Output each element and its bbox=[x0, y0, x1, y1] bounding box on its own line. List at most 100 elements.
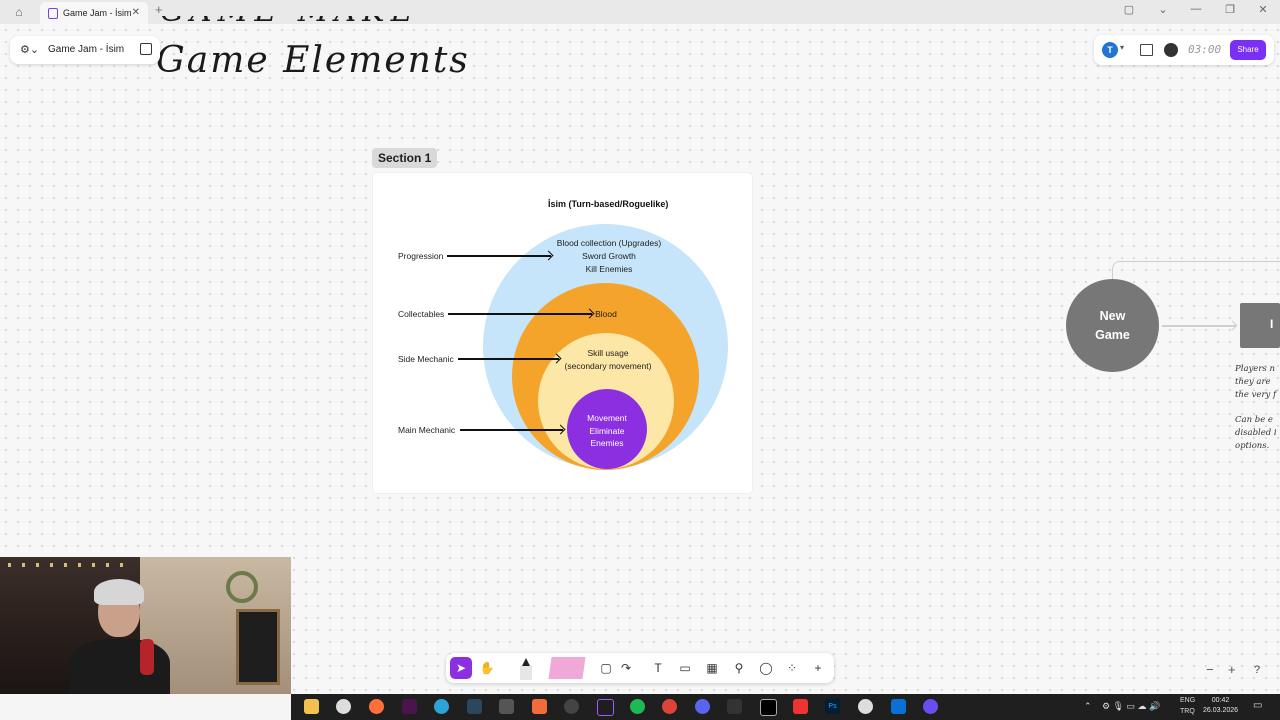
new-game-node[interactable]: New Game bbox=[1066, 279, 1159, 372]
layout-icon[interactable] bbox=[1140, 44, 1153, 56]
pen-tool[interactable] bbox=[522, 658, 530, 666]
lang-bottom[interactable]: TRQ bbox=[1180, 708, 1195, 715]
figma-menu-icon[interactable]: ⚙⌄ bbox=[20, 43, 39, 56]
arrow-side-mechanic[interactable] bbox=[458, 358, 559, 360]
arrow-progression[interactable] bbox=[447, 255, 551, 257]
close-tab-icon[interactable]: ✕ bbox=[132, 2, 140, 24]
top-right-toolbar: T ▾ 03:00 Share bbox=[1094, 35, 1274, 65]
unity-icon[interactable] bbox=[499, 699, 514, 714]
new-tab-button[interactable]: + bbox=[155, 2, 163, 17]
pen-tool-body[interactable] bbox=[520, 666, 532, 680]
help-button[interactable]: ? bbox=[1254, 664, 1260, 676]
connector-line[interactable] bbox=[1112, 261, 1280, 280]
tray-arrow-icon[interactable]: ⌃ bbox=[1084, 701, 1092, 712]
tab-search-icon[interactable]: ▢ bbox=[1119, 3, 1139, 16]
photoshop-icon[interactable]: Ps bbox=[825, 699, 840, 714]
app-icon-7[interactable] bbox=[891, 699, 906, 714]
sticky-note-tool[interactable] bbox=[548, 657, 586, 679]
user-avatar[interactable]: T bbox=[1102, 42, 1118, 58]
table-tool[interactable]: ▦ bbox=[701, 657, 723, 679]
arrow-collectables[interactable] bbox=[448, 313, 592, 315]
new-game-label-1: New bbox=[1099, 309, 1126, 323]
browser-tab[interactable]: Game Jam - İsim ✕ bbox=[40, 2, 148, 24]
app-icon[interactable] bbox=[434, 699, 449, 714]
section-label[interactable]: Section 1 bbox=[372, 148, 438, 168]
zoom-out-button[interactable]: − bbox=[1206, 662, 1214, 677]
timer-display[interactable]: 03:00 bbox=[1188, 43, 1221, 56]
more-tool[interactable]: + bbox=[807, 657, 829, 679]
note-line-7[interactable]: options. bbox=[1235, 441, 1269, 451]
note-line-2[interactable]: they are bbox=[1235, 377, 1271, 387]
webcam-string-lights bbox=[8, 563, 128, 567]
steam-icon[interactable] bbox=[467, 699, 482, 714]
zoom-in-button[interactable]: + bbox=[1228, 662, 1236, 677]
chevron-down-icon[interactable]: ▾ bbox=[1120, 43, 1124, 52]
progression-text-2: Sword Growth bbox=[582, 251, 636, 261]
timer-icon[interactable] bbox=[1164, 43, 1178, 57]
maximize-button[interactable]: ❐ bbox=[1220, 3, 1240, 16]
label-side-mechanic[interactable]: Side Mechanic bbox=[398, 354, 454, 364]
webcam-wreath bbox=[226, 571, 258, 603]
slack-icon[interactable] bbox=[402, 699, 417, 714]
flow-box-node[interactable]: I bbox=[1240, 303, 1280, 348]
comment-tool[interactable]: ◯ bbox=[755, 657, 777, 679]
file-menu-pill[interactable]: ⚙⌄ Game Jam - İsim bbox=[10, 36, 160, 64]
figjam-favicon-icon bbox=[48, 8, 58, 19]
flow-box-label: I bbox=[1270, 317, 1274, 331]
label-main-mechanic[interactable]: Main Mechanic bbox=[398, 425, 455, 435]
connector-tool[interactable]: ↷ bbox=[615, 657, 637, 679]
widgets-tool[interactable]: ⁘ bbox=[781, 657, 803, 679]
minimize-button[interactable]: — bbox=[1186, 3, 1206, 15]
webcam-overlay bbox=[0, 557, 291, 694]
hand-tool[interactable]: ✋ bbox=[476, 657, 498, 679]
chevron-down-icon[interactable]: ⌄ bbox=[1153, 3, 1173, 16]
system-clock[interactable]: 00:42 26.03.2026 bbox=[1203, 696, 1238, 716]
connector-arrow[interactable] bbox=[1162, 325, 1236, 327]
label-collectables[interactable]: Collectables bbox=[398, 309, 444, 319]
spotify-icon[interactable] bbox=[630, 699, 645, 714]
text-tool[interactable]: T bbox=[647, 657, 669, 679]
lang-top[interactable]: ENG bbox=[1180, 697, 1195, 704]
app-icon-6[interactable] bbox=[858, 699, 873, 714]
select-tool[interactable]: ➤ bbox=[450, 657, 472, 679]
app-icon-3[interactable] bbox=[564, 699, 579, 714]
app-icon-5[interactable] bbox=[793, 699, 808, 714]
new-game-label-2: Game bbox=[1095, 328, 1130, 342]
share-button[interactable]: Share bbox=[1230, 40, 1266, 60]
note-line-1[interactable]: Players n bbox=[1235, 364, 1275, 374]
shape-tool[interactable]: ▢ bbox=[595, 657, 617, 679]
home-icon[interactable]: ⌂ bbox=[12, 5, 26, 19]
arrow-main-mechanic[interactable] bbox=[460, 429, 563, 431]
stamp-tool[interactable]: ⚲ bbox=[728, 657, 750, 679]
note-line-3[interactable]: the very f bbox=[1235, 390, 1276, 400]
discord-icon[interactable] bbox=[695, 699, 710, 714]
canvas-heading[interactable]: Game Elements bbox=[156, 40, 470, 81]
file-name[interactable]: Game Jam - İsim bbox=[48, 44, 124, 55]
app-icon-4[interactable] bbox=[760, 699, 777, 716]
app-icon-8[interactable] bbox=[923, 699, 938, 714]
label-progression[interactable]: Progression bbox=[398, 251, 443, 261]
terminal-icon[interactable] bbox=[727, 699, 742, 714]
zoom-controls: − + bbox=[1200, 662, 1248, 682]
microphone bbox=[140, 639, 154, 675]
chrome-icon[interactable] bbox=[662, 699, 677, 714]
pages-icon[interactable] bbox=[140, 43, 152, 55]
notification-icon[interactable]: ▭ bbox=[1253, 700, 1262, 711]
frame-tool[interactable]: ▭ bbox=[674, 657, 696, 679]
note-line-5[interactable]: Can be e bbox=[1235, 415, 1273, 425]
file-explorer-icon[interactable] bbox=[304, 699, 319, 714]
progression-text-1: Blood collection (Upgrades) bbox=[556, 238, 662, 248]
clock-time: 00:42 bbox=[1211, 697, 1230, 704]
webcam-person-body bbox=[70, 639, 170, 694]
figma-icon[interactable] bbox=[597, 699, 614, 716]
note-line-6[interactable]: disabled i bbox=[1235, 428, 1277, 438]
close-window-button[interactable]: ✕ bbox=[1253, 3, 1273, 16]
tray-icons[interactable]: ⚙ 🎙 ▭ ☁ 🔊 bbox=[1102, 701, 1160, 712]
firefox-icon[interactable] bbox=[369, 699, 384, 714]
webcam-person bbox=[70, 577, 170, 694]
clock-app-icon[interactable] bbox=[336, 699, 351, 714]
offscreen-heading-fragment: GAME MAKE bbox=[160, 16, 450, 26]
app-icon-2[interactable] bbox=[532, 699, 547, 714]
diagram-title[interactable]: İsim (Turn-based/Roguelike) bbox=[548, 199, 668, 209]
webcam-person-hair bbox=[94, 579, 144, 605]
